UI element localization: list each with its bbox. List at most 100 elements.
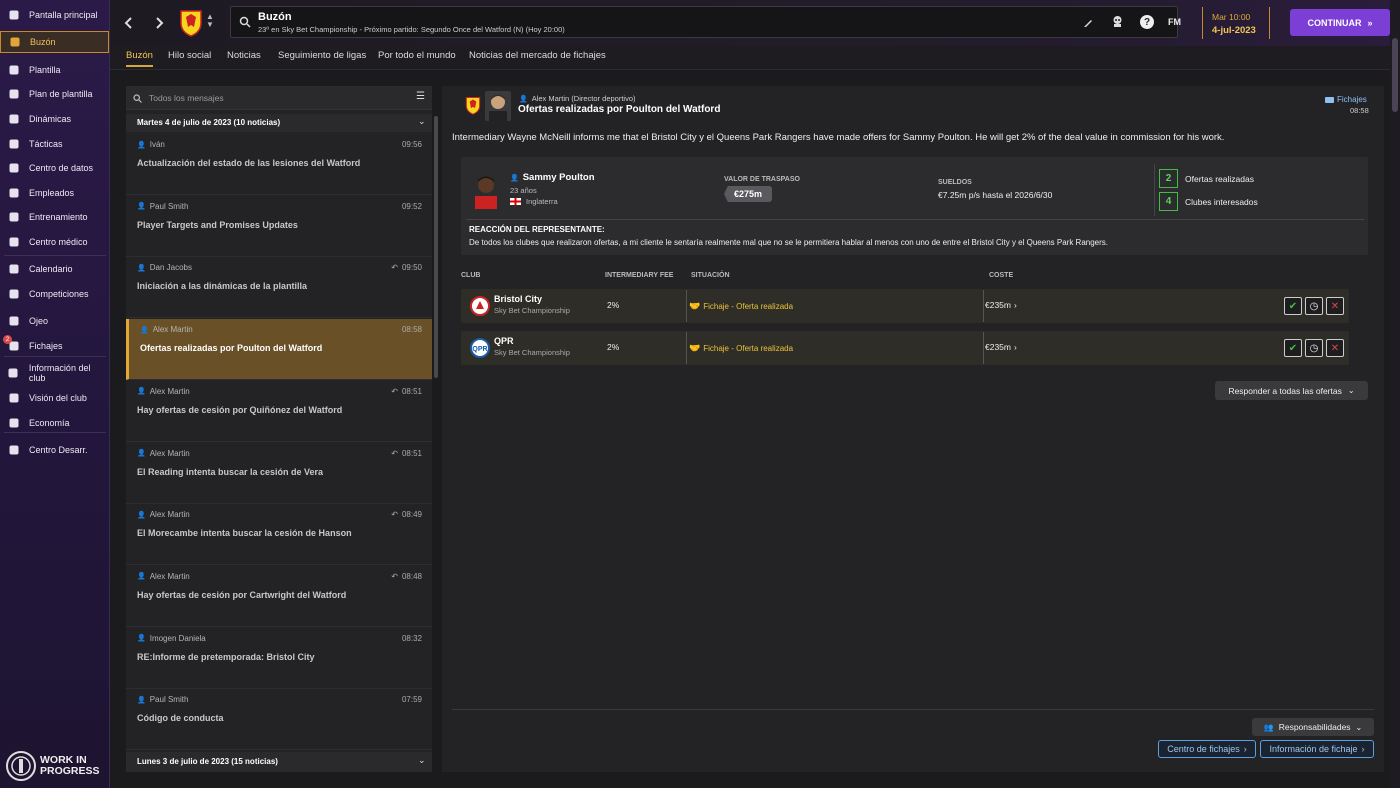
tab-mercado-fichajes[interactable]: Noticias del mercado de fichajes bbox=[469, 50, 606, 61]
club-icon bbox=[7, 367, 20, 380]
responsibilities-button[interactable]: 👥 Responsabilidades ⌄ bbox=[1252, 718, 1374, 736]
card-divider bbox=[1154, 164, 1155, 216]
delay-offer-button[interactable]: ◷ bbox=[1305, 297, 1323, 315]
inbox-search[interactable]: Todos los mensajes ☰ bbox=[126, 86, 432, 110]
person-icon: 👤 bbox=[510, 174, 519, 182]
sidebar-item-transfers[interactable]: Fichajes 2 bbox=[0, 335, 109, 357]
inbox-message[interactable]: 👤 Paul Smith 09:52 Player Targets and Promi… bbox=[126, 195, 432, 257]
club-crest-icon[interactable] bbox=[470, 296, 490, 316]
right-scrollbar[interactable] bbox=[1390, 0, 1400, 788]
scroll-thumb[interactable] bbox=[1392, 38, 1398, 112]
fm-menu-button[interactable]: FM bbox=[1168, 17, 1181, 27]
tactics-icon bbox=[7, 138, 20, 151]
tab-seguimiento-ligas[interactable]: Seguimiento de ligas bbox=[278, 50, 366, 61]
inbox-message[interactable]: 👤 Iván 09:56 Actualización del estado de la… bbox=[126, 134, 432, 195]
continue-button[interactable]: CONTINUAR » bbox=[1290, 9, 1390, 36]
person-icon: 👤 bbox=[137, 388, 146, 396]
manager-avatar-icon[interactable] bbox=[1111, 15, 1124, 28]
delay-offer-button[interactable]: ◷ bbox=[1305, 339, 1323, 357]
reject-offer-button[interactable]: ✕ bbox=[1326, 339, 1344, 357]
offer-row[interactable]: Bristol City Sky Bet Championship 2% 🤝 Ficha… bbox=[461, 289, 1349, 323]
inbox-message[interactable]: 👤 Alex Martin ↶ 08:51 El Reading intenta bus… bbox=[126, 442, 432, 504]
help-icon[interactable]: ? bbox=[1140, 15, 1154, 29]
sidebar-item-home[interactable]: Pantalla principal bbox=[0, 4, 109, 26]
sidebar-item-finance[interactable]: Economía bbox=[0, 412, 109, 434]
inbox-message[interactable]: 👤 Alex Martin ↶ 08:49 El Morecambe intenta b… bbox=[126, 504, 432, 566]
sidebar-item-scouting[interactable]: Ojeo bbox=[0, 310, 109, 332]
transfer-centre-button[interactable]: Centro de fichajes › bbox=[1158, 740, 1256, 758]
sender-avatar[interactable] bbox=[485, 91, 511, 121]
inbox-group-header[interactable]: Lunes 3 de julio de 2023 (15 noticias) ⌄ bbox=[126, 752, 432, 772]
edit-icon[interactable] bbox=[1083, 17, 1094, 28]
tab-noticias[interactable]: Noticias bbox=[227, 50, 261, 61]
search-icon[interactable] bbox=[239, 16, 251, 28]
sidebar-item-data[interactable]: Centro de datos bbox=[0, 157, 109, 179]
person-icon: 👤 bbox=[519, 95, 528, 103]
player-name[interactable]: 👤 Sammy Poulton bbox=[510, 172, 595, 183]
offer-row[interactable]: QPR QPR Sky Bet Championship 2% 🤝 Fichaje - O… bbox=[461, 331, 1349, 365]
accept-offer-button[interactable]: ✔ bbox=[1284, 297, 1302, 315]
player-photo[interactable] bbox=[471, 173, 501, 209]
club-switch-chevron-icon[interactable]: ▲ ▼ bbox=[206, 13, 214, 29]
date-panel[interactable]: Mar 10:00 4-jul-2023 bbox=[1202, 7, 1270, 39]
sender-name: Alex Martin (Director deportivo) bbox=[531, 94, 636, 103]
inbox-group-header[interactable]: Martes 4 de julio de 2023 (10 noticias) … bbox=[126, 114, 432, 132]
forward-button[interactable] bbox=[149, 13, 169, 33]
offer-cost[interactable]: €235m › bbox=[985, 300, 1017, 310]
inbox-message[interactable]: 👤 Alex Martin ↶ 08:51 Hay ofertas de cesión … bbox=[126, 380, 432, 442]
inbox-message[interactable]: 👤 Paul Smith 07:59 Código de conducta bbox=[126, 689, 432, 751]
sidebar-item-megaphone[interactable]: Dinámicas bbox=[0, 108, 109, 130]
sidebar-item-clipboard[interactable]: Plan de plantilla bbox=[0, 83, 109, 105]
sidebar-item-inbox[interactable]: Buzón bbox=[0, 31, 109, 53]
sidebar-item-calendar[interactable]: Calendario bbox=[0, 258, 109, 280]
club-crest-icon[interactable]: QPR bbox=[470, 338, 490, 358]
col-header-club[interactable]: CLUB bbox=[461, 272, 480, 279]
sidebar-item-label: Entrenamiento bbox=[29, 212, 88, 222]
tab-por-todo-el-mundo[interactable]: Por todo el mundo bbox=[378, 50, 456, 61]
inbox-message[interactable]: 👤 Alex Martin 08:58 Ofertas realizadas por … bbox=[126, 319, 432, 381]
sidebar-item-medical[interactable]: Centro médico bbox=[0, 231, 109, 253]
col-header-status[interactable]: SITUACIÓN bbox=[691, 272, 730, 279]
col-header-cost[interactable]: COSTE bbox=[989, 272, 1013, 279]
sidebar-item-club[interactable]: Información del club bbox=[0, 362, 109, 384]
sidebar-item-tactics[interactable]: Tácticas bbox=[0, 133, 109, 155]
chevron-right-icon: › bbox=[1014, 300, 1017, 310]
club-crest-icon[interactable] bbox=[179, 9, 203, 37]
inbox-message[interactable]: 👤 Dan Jacobs ↶ 09:50 Iniciación a las dinámi… bbox=[126, 257, 432, 319]
transfer-info-button[interactable]: Información de fichaje › bbox=[1260, 740, 1374, 758]
inbox-scrollbar[interactable] bbox=[434, 116, 438, 378]
sidebar-item-training[interactable]: Entrenamiento bbox=[0, 206, 109, 228]
back-button[interactable] bbox=[119, 13, 139, 33]
respond-all-label: Responder a todas las ofertas bbox=[1228, 385, 1342, 396]
sidebar-item-shirt[interactable]: Plantilla bbox=[0, 59, 109, 81]
inbox-message[interactable]: 👤 Alex Martin ↶ 08:48 Hay ofertas de cesión … bbox=[126, 565, 432, 627]
page-subtitle[interactable]: 23º en Sky Bet Championship - Próximo pa… bbox=[258, 25, 565, 34]
sidebar-item-trophy[interactable]: Competiciones bbox=[0, 283, 109, 305]
sidebar-item-staff[interactable]: Empleados bbox=[0, 182, 109, 204]
club-name[interactable]: Bristol City bbox=[494, 294, 542, 304]
club-name[interactable]: QPR bbox=[494, 336, 514, 346]
message-tag[interactable]: Fichajes bbox=[1325, 95, 1367, 104]
player-nation-label: Inglaterra bbox=[526, 197, 558, 206]
tab-buzon[interactable]: Buzón bbox=[126, 50, 153, 67]
inbox-filter-menu-icon[interactable]: ☰ bbox=[416, 91, 425, 102]
tab-hilo-social[interactable]: Hilo social bbox=[168, 50, 211, 61]
accept-offer-button[interactable]: ✔ bbox=[1284, 339, 1302, 357]
sidebar-item-vision[interactable]: Visión del club bbox=[0, 387, 109, 409]
message-sender[interactable]: 👤 Alex Martin (Director deportivo) bbox=[519, 94, 636, 103]
sidebar-item-development[interactable]: Centro Desarr. bbox=[0, 439, 109, 461]
reject-offer-button[interactable]: ✕ bbox=[1326, 297, 1344, 315]
offer-cost[interactable]: €235m › bbox=[985, 342, 1017, 352]
message-time: 08:58 bbox=[1350, 106, 1369, 115]
person-icon: 👤 bbox=[137, 141, 146, 149]
message-tag-label: Fichajes bbox=[1337, 95, 1367, 104]
message-from-label: Dan Jacobs bbox=[149, 263, 192, 273]
offer-status[interactable]: 🤝 Fichaje - Oferta realizada bbox=[686, 290, 984, 322]
transfer-value-pill[interactable]: €275m bbox=[724, 186, 773, 202]
offer-status[interactable]: 🤝 Fichaje - Oferta realizada bbox=[686, 332, 984, 364]
chevron-down-icon: ⌄ bbox=[418, 116, 426, 126]
reply-icon: ↶ bbox=[391, 448, 398, 458]
respond-all-button[interactable]: Responder a todas las ofertas ⌄ bbox=[1215, 381, 1368, 400]
inbox-message[interactable]: 👤 Imogen Daniela 08:32 RE:Informe de pretem… bbox=[126, 627, 432, 689]
col-header-fee[interactable]: INTERMEDIARY FEE bbox=[605, 272, 673, 279]
